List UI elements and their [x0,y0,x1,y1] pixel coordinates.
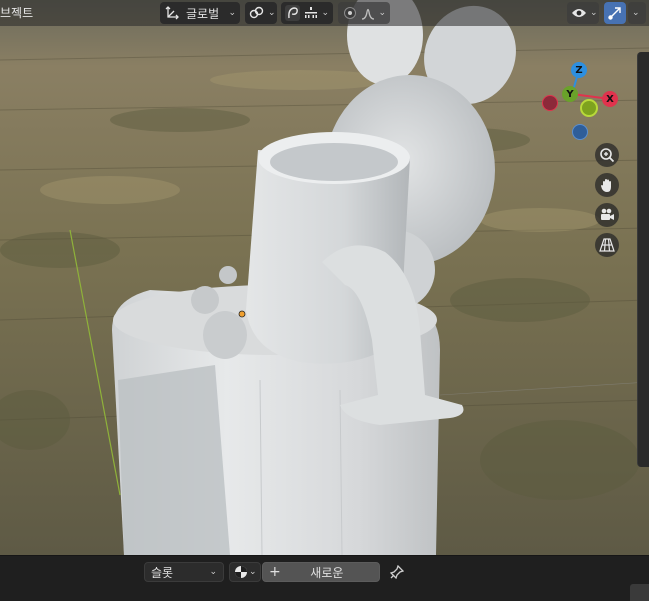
material-browse-button[interactable]: ⌄ [229,562,261,582]
transform-pivot-icon [164,5,180,21]
axis-neg-y-ball[interactable] [580,99,598,117]
hand-pan-icon[interactable] [595,173,619,197]
visibility-icon [571,5,587,21]
material-slot-bar: 슬롯 ⌄ ⌄ + 새로운 [0,555,649,601]
proportional-falloff-group[interactable]: ⌄ [338,2,390,24]
chevron-down-icon: ⌄ [632,8,640,18]
plus-icon: + [269,564,281,580]
gizmo-toggle-icon [607,5,623,21]
chevron-down-icon: ⌄ [321,8,329,18]
chevron-down-icon: ⌄ [590,8,598,18]
chevron-down-icon: ⌄ [228,8,236,18]
sidebar-panel-edge[interactable] [637,52,649,467]
3d-viewport[interactable]: Z Y X [0,0,649,555]
new-material-button[interactable]: + 새로운 [262,562,380,582]
axis-neg-x-ball[interactable] [542,95,558,111]
gizmo-toggle-button[interactable] [604,2,626,24]
visibility-dropdown[interactable]: ⌄ [567,2,599,24]
material-sphere-icon [233,564,249,580]
perspective-grid-icon[interactable] [595,233,619,257]
chevron-down-icon: ⌄ [209,567,217,577]
pin-icon[interactable] [389,564,405,580]
falloff-icon[interactable] [303,5,318,21]
camera-icon[interactable] [595,203,619,227]
object-menu-label[interactable]: 브젝트 [0,4,33,21]
chevron-down-icon: ⌄ [378,8,386,18]
proportional-edit-group[interactable]: ⌄ [281,2,333,24]
new-button-label: 새로운 [310,565,344,580]
zoom-icon[interactable] [595,143,619,167]
pivot-snap-dropdown[interactable]: ⌄ [245,2,277,24]
proportional-edit-icon[interactable] [285,5,301,21]
slot-label: 슬롯 [151,565,174,580]
axis-z-ball[interactable]: Z [571,62,587,78]
chevron-down-icon: ⌄ [249,567,257,577]
snap-icon [249,5,265,21]
axis-neg-z-ball[interactable] [572,124,588,140]
navigation-gizmo[interactable]: Z Y X [534,58,630,144]
area-corner-handle[interactable] [630,584,649,601]
viewport-header: 브젝트 글로벌 ⌄ ⌄ ⌄ ⌄ ⌄ ⌄ [0,0,649,26]
falloff-curve-icon[interactable] [360,5,375,21]
gizmo-dropdown[interactable]: ⌄ [628,2,646,24]
slot-dropdown[interactable]: 슬롯 ⌄ [144,562,224,582]
axis-x-ball[interactable]: X [602,91,618,107]
transform-orientation-dropdown[interactable]: 글로벌 ⌄ [160,2,240,24]
transform-orientation-label: 글로벌 [186,6,220,21]
chevron-down-icon: ⌄ [268,8,276,18]
axis-y-ball[interactable]: Y [562,86,578,102]
proportional-toggle-icon[interactable] [342,5,357,21]
